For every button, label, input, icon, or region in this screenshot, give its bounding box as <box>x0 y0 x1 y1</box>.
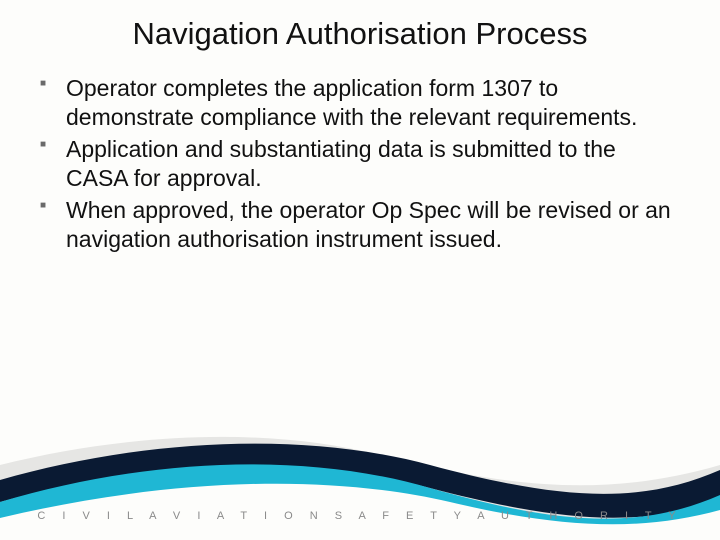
bullet-item: Operator completes the application form … <box>40 74 680 133</box>
bullet-item: Application and substantiating data is s… <box>40 135 680 194</box>
slide-title: Navigation Authorisation Process <box>0 0 720 66</box>
bullet-item: When approved, the operator Op Spec will… <box>40 196 680 255</box>
footer-org-name: C I V I L A V I A T I O N S A F E T Y A … <box>0 510 720 522</box>
slide-body: Operator completes the application form … <box>0 66 720 255</box>
bullet-list: Operator completes the application form … <box>40 74 680 255</box>
